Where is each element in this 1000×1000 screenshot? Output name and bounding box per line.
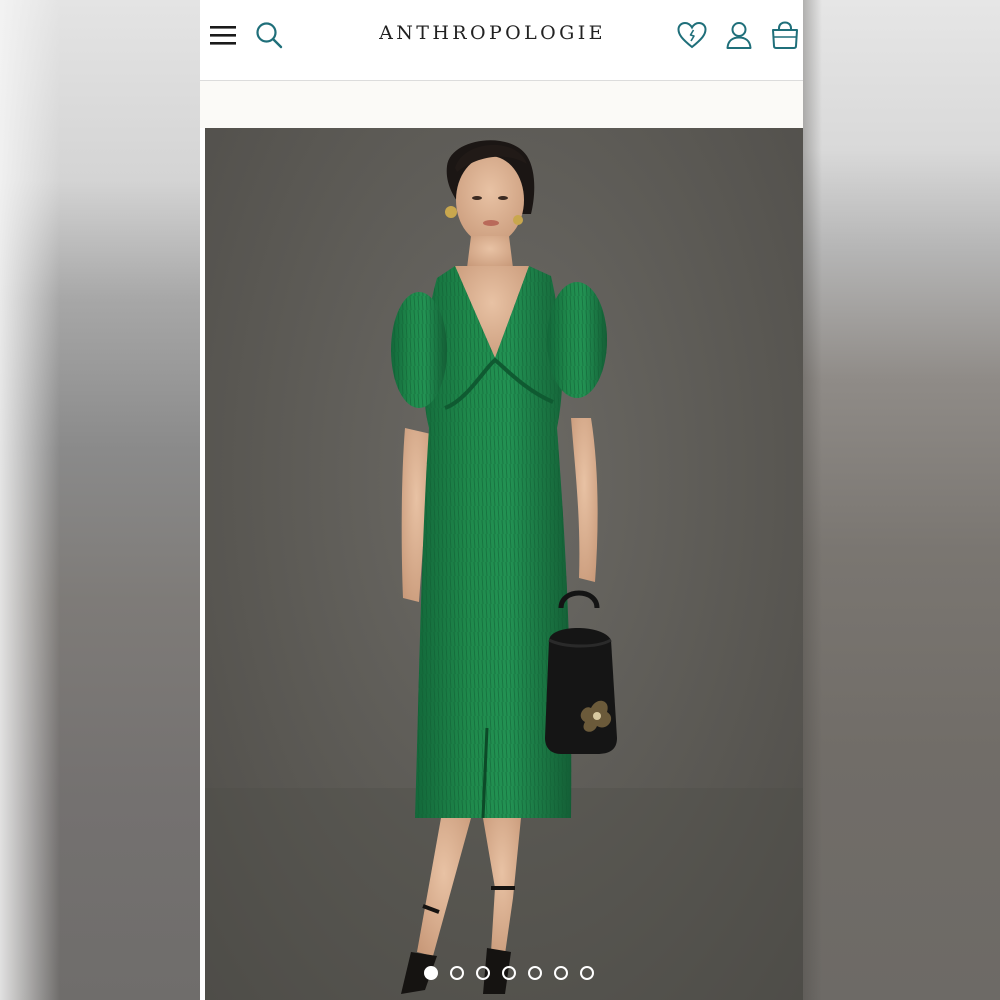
carousel-dot-3[interactable]: [476, 966, 490, 980]
site-header: ANTHROPOLOGIE: [200, 0, 803, 81]
hamburger-menu-icon[interactable]: [206, 18, 240, 52]
product-image[interactable]: [205, 128, 803, 1000]
blurred-background-left: [0, 0, 200, 1000]
brand-logo[interactable]: ANTHROPOLOGIE: [350, 22, 635, 44]
carousel-dot-1[interactable]: [424, 966, 438, 980]
mobile-page: ANTHROPOLOGIE: [200, 0, 803, 1000]
carousel-dot-7[interactable]: [580, 966, 594, 980]
carousel-dot-4[interactable]: [502, 966, 516, 980]
blurred-background-right: [802, 0, 1000, 1000]
heart-icon[interactable]: [675, 18, 709, 52]
user-icon[interactable]: [722, 18, 756, 52]
shopping-bag-icon[interactable]: [768, 18, 802, 52]
green-plisse-midi-dress-photo: [205, 140, 803, 1000]
search-icon[interactable]: [252, 18, 286, 52]
promo-banner: [200, 81, 803, 128]
image-carousel-indicator: [205, 966, 803, 980]
carousel-dot-5[interactable]: [528, 966, 542, 980]
carousel-dot-2[interactable]: [450, 966, 464, 980]
carousel-dot-6[interactable]: [554, 966, 568, 980]
